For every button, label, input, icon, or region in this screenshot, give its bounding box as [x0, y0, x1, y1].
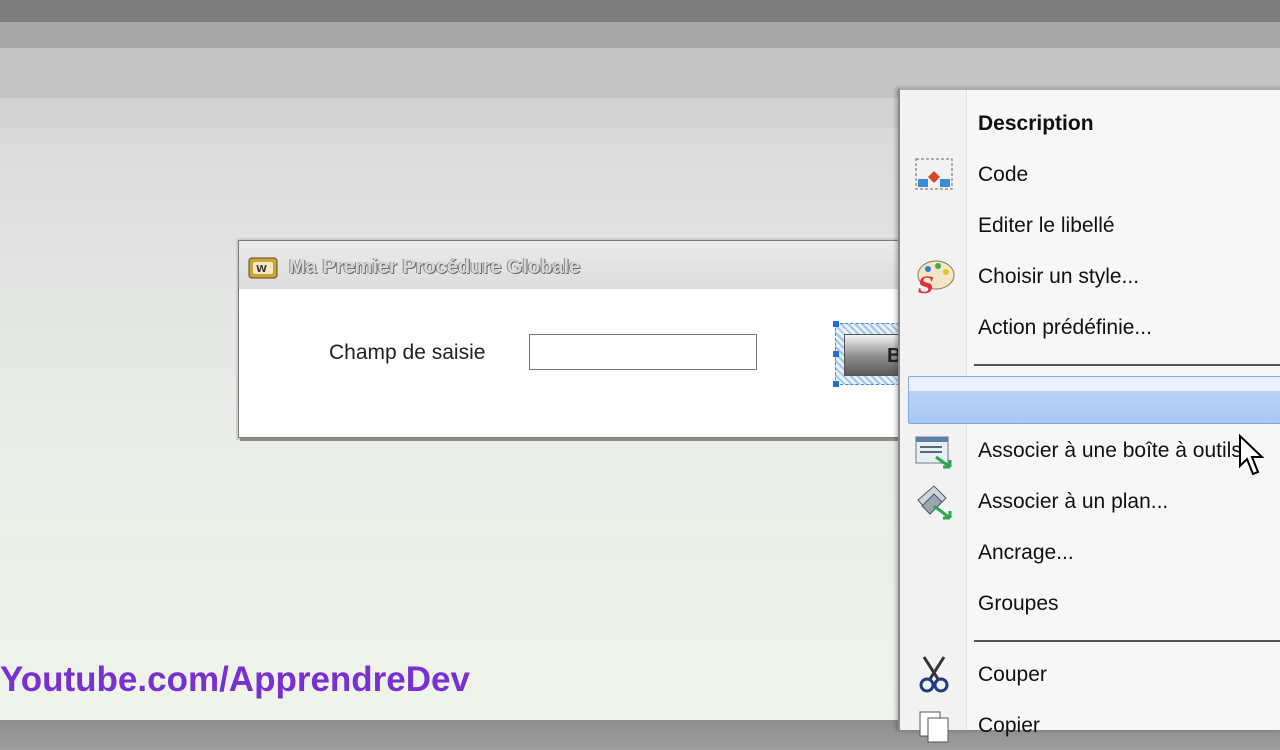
- code-window-icon: [915, 158, 953, 190]
- selection-handle[interactable]: [833, 351, 839, 357]
- toolbox-associate-icon: [915, 436, 952, 469]
- menu-item-code[interactable]: Code: [900, 151, 1280, 199]
- scissors-icon: [919, 656, 949, 693]
- menu-item-label: Choisir un style...: [978, 265, 1140, 288]
- field-label: Champ de saisie: [329, 341, 486, 364]
- style-palette-icon: S: [917, 260, 955, 297]
- mouse-cursor-icon: [1239, 434, 1265, 476]
- menu-item-associer-plan[interactable]: Associer à un plan...: [900, 478, 1280, 526]
- plan-associate-icon: [917, 485, 952, 520]
- svg-text:S: S: [918, 273, 934, 297]
- menu-item-label: Groupes: [978, 592, 1059, 615]
- selection-handle[interactable]: [833, 321, 839, 327]
- menu-item-label: Action prédéfinie...: [978, 316, 1152, 339]
- menu-item-description[interactable]: Description: [900, 100, 1280, 148]
- window-title: Ma Premier Procédure Globale: [289, 256, 581, 278]
- menu-item-label: Editer le libellé: [978, 214, 1115, 237]
- background-band: [0, 98, 900, 128]
- text-input-field[interactable]: [529, 334, 757, 370]
- copy-icon: [919, 711, 949, 743]
- menu-item-label: Copier: [978, 714, 1040, 737]
- windev-app-icon: W: [248, 257, 278, 279]
- menu-separator: [974, 640, 1280, 642]
- menu-item-label: Description: [978, 112, 1094, 135]
- menu-item-action-predefinie[interactable]: Action prédéfinie...: [900, 304, 1280, 352]
- menu-item-label: Associer à un plan...: [978, 490, 1169, 513]
- dialog-window: W Ma Premier Procédure Globale Champ de …: [238, 240, 920, 438]
- window-titlebar[interactable]: W Ma Premier Procédure Globale: [239, 241, 919, 289]
- background-band-top: [0, 0, 1280, 22]
- menu-item-label: Code: [978, 163, 1029, 186]
- menu-item-label: Couper: [978, 663, 1047, 686]
- menu-item-label: Associer à une boîte à outils...: [978, 439, 1260, 462]
- channel-watermark: Youtube.com/ApprendreDev: [0, 660, 470, 699]
- svg-text:W: W: [256, 264, 267, 275]
- menu-item-highlighted[interactable]: [908, 376, 1280, 424]
- menu-item-couper[interactable]: Couper: [900, 651, 1280, 699]
- menu-item-ancrage[interactable]: Ancrage...: [900, 529, 1280, 577]
- menu-item-choisir-style[interactable]: S Choisir un style...: [900, 253, 1280, 301]
- menu-separator: [974, 364, 1280, 366]
- selection-handle[interactable]: [833, 381, 839, 387]
- menu-item-copier[interactable]: Copier: [900, 702, 1280, 750]
- menu-item-associer-boite-outils[interactable]: Associer à une boîte à outils...: [900, 427, 1280, 475]
- menu-item-editer-libelle[interactable]: Editer le libellé: [900, 202, 1280, 250]
- background-band: [0, 22, 1280, 48]
- menu-item-label: Ancrage...: [978, 541, 1074, 564]
- menu-item-groupes[interactable]: Groupes: [900, 580, 1280, 628]
- context-menu: Description Code Editer le libellé S Cho…: [898, 88, 1280, 743]
